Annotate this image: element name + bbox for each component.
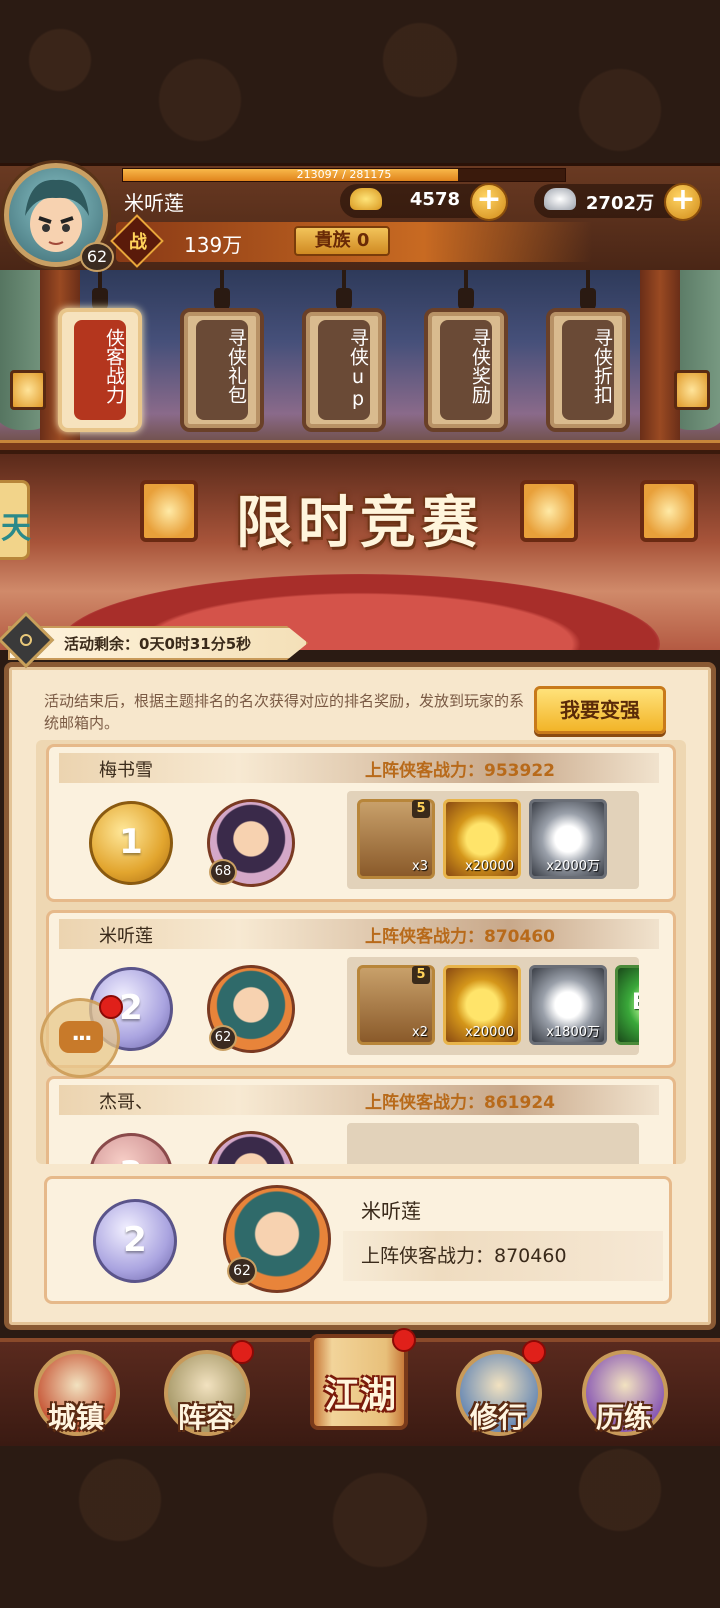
my-rank-card: 2 62 米听莲 上阵侠客战力：870460 bbox=[44, 1176, 672, 1304]
side-event-button[interactable]: 天 bbox=[0, 480, 31, 560]
nav-label: 阵容 bbox=[177, 1401, 234, 1434]
my-hero-level: 62 bbox=[227, 1257, 257, 1285]
tab-sign-plate: 侠客战力 bbox=[74, 320, 126, 420]
chat-button[interactable]: ... bbox=[40, 995, 123, 1078]
battle-power-value: 139万 bbox=[184, 233, 243, 257]
nav-practice[interactable]: 修行 bbox=[448, 1340, 548, 1442]
rank-hero-level: 68 bbox=[209, 859, 237, 885]
nav-notification-dot bbox=[392, 1328, 416, 1352]
reward-star-tag: 5 bbox=[412, 800, 430, 818]
silver-ingot-icon bbox=[544, 188, 576, 210]
reward-count: x2000万 bbox=[546, 859, 600, 874]
timer-text: 活动剩余：0天0时31分5秒 bbox=[64, 635, 252, 653]
rank-card-3: 杰哥、 上阵侠客战力：861924 3 bbox=[46, 1076, 676, 1164]
nav-label: 修行 bbox=[469, 1401, 526, 1434]
rank-player-name: 梅书雪 bbox=[99, 760, 153, 781]
reward-row[interactable]: 5 x3 x20000 x2000万 bbox=[347, 791, 639, 889]
tab-sign-label: 寻侠礼包 bbox=[225, 328, 247, 404]
reward-item-gold[interactable]: x20000 bbox=[443, 799, 521, 879]
right-lantern-icon bbox=[674, 370, 710, 410]
nav-label: 历练 bbox=[595, 1401, 652, 1434]
reward-item-silver[interactable]: x1800万 bbox=[529, 965, 607, 1045]
exp-bar: 213097 / 281175 bbox=[122, 168, 566, 182]
reward-item-hero[interactable]: 5 x2 bbox=[357, 965, 435, 1045]
rank-medal-icon: 3 bbox=[89, 1133, 173, 1164]
balcony-rail bbox=[0, 440, 720, 450]
battle-power-label: 战 bbox=[129, 232, 147, 253]
rank-hero-avatar[interactable] bbox=[207, 1131, 295, 1164]
become-stronger-button[interactable]: 我要变强 bbox=[534, 686, 666, 734]
nav-notification-dot bbox=[230, 1340, 254, 1364]
rank-number: 3 bbox=[92, 1154, 170, 1164]
tab-sign-5[interactable]: 寻侠折扣 bbox=[546, 308, 630, 432]
timer-icon-ring bbox=[17, 631, 35, 649]
tab-sign-4[interactable]: 寻侠奖励 bbox=[424, 308, 508, 432]
nav-label: 江湖 bbox=[323, 1374, 396, 1416]
tab-sign-2[interactable]: 寻侠礼包 bbox=[180, 308, 264, 432]
tab-sign-plate: 寻侠礼包 bbox=[196, 320, 248, 420]
gold-currency: 4578 + bbox=[340, 183, 508, 221]
exp-text: 213097 / 281175 bbox=[296, 168, 392, 181]
reward-count: x20000 bbox=[464, 859, 514, 874]
player-level-badge: 62 bbox=[80, 242, 114, 272]
tab-sign-1[interactable]: 侠客战力 bbox=[58, 308, 142, 432]
reward-item-silver[interactable]: x2000万 bbox=[529, 799, 607, 879]
nav-lineup[interactable]: 阵容 bbox=[156, 1340, 256, 1442]
nav-notification-dot bbox=[522, 1340, 546, 1364]
tab-sign-label: 寻侠奖励 bbox=[469, 328, 491, 404]
reward-count: x20000 bbox=[464, 1025, 514, 1040]
reward-item-gold[interactable]: x20000 bbox=[443, 965, 521, 1045]
noble-badge[interactable]: 貴族 0 bbox=[294, 226, 390, 256]
tab-sign-plate: 寻侠折扣 bbox=[562, 320, 614, 420]
reward-item-hero[interactable]: 5 x3 bbox=[357, 799, 435, 879]
silver-currency: 2702万 + bbox=[534, 183, 702, 221]
my-name: 米听莲 bbox=[361, 1199, 421, 1223]
event-title: 限时竞赛 bbox=[236, 490, 484, 556]
rank-card-1: 梅书雪 上阵侠客战力：953922 1 68 5 x3 x20000 x2000万 bbox=[46, 744, 676, 902]
rank-card-2: 米听莲上阵侠客战力：8704602625x2x20000x1800万EXx100 bbox=[46, 910, 676, 1068]
side-event-char: 天 bbox=[1, 511, 31, 546]
my-rank-medal-icon: 2 bbox=[93, 1199, 177, 1283]
tab-sign-plate: 寻侠奖励 bbox=[440, 320, 492, 420]
add-gold-button[interactable]: + bbox=[470, 183, 508, 221]
reward-item-exp[interactable]: EXx100 bbox=[615, 965, 639, 1045]
reward-star-tag: 5 bbox=[412, 966, 430, 984]
rank-hero-level: 62 bbox=[209, 1025, 237, 1051]
nav-town[interactable]: 城镇 bbox=[26, 1350, 126, 1442]
rank-player-name: 米听莲 bbox=[99, 926, 153, 947]
rank-player-power: 上阵侠客战力：861924 bbox=[365, 1093, 555, 1113]
tab-sign-label: 侠客战力 bbox=[103, 328, 125, 404]
nav-label: 城镇 bbox=[47, 1401, 104, 1434]
rank-player-name: 杰哥、 bbox=[99, 1092, 153, 1113]
rank-player-power: 上阵侠客战力：870460 bbox=[365, 927, 555, 947]
my-power: 上阵侠客战力：870460 bbox=[361, 1245, 567, 1267]
chat-bubble-icon: ... bbox=[59, 1021, 103, 1053]
silver-value: 2702万 bbox=[585, 193, 654, 214]
exp-label: EX bbox=[632, 990, 639, 1015]
tab-sign-3[interactable]: 寻侠up bbox=[302, 308, 386, 432]
reward-row[interactable] bbox=[347, 1123, 639, 1164]
ranking-description: 活动结束后，根据主题排名的名次获得对应的排名奖励，发放到玩家的系统邮箱内。 bbox=[44, 692, 525, 732]
tab-sign-plate: 寻侠up bbox=[318, 320, 370, 420]
reward-count: x2 bbox=[412, 1025, 428, 1040]
nav-jianghu[interactable]: 江湖 bbox=[296, 1328, 424, 1442]
gold-value: 4578 bbox=[409, 189, 460, 210]
player-name: 米听莲 bbox=[124, 191, 184, 215]
tab-sign-label: 寻侠折扣 bbox=[591, 328, 613, 404]
ranking-list[interactable]: 梅书雪 上阵侠客战力：953922 1 68 5 x3 x20000 x2000万 米听莲 上阵侠… bbox=[36, 740, 686, 1164]
chat-notification-dot bbox=[99, 995, 123, 1019]
rank-player-power: 上阵侠客战力：953922 bbox=[365, 761, 555, 781]
rank-medal-icon: 1 bbox=[89, 801, 173, 885]
rank-number: 1 bbox=[119, 822, 143, 862]
nav-experience[interactable]: 历练 bbox=[574, 1350, 674, 1442]
reward-count: x1800万 bbox=[546, 1025, 600, 1040]
left-lantern-icon bbox=[10, 370, 46, 410]
gold-ingot-icon bbox=[350, 188, 382, 210]
reward-row[interactable]: 5 x2 x20000 x1800万 EXx100 bbox=[347, 957, 639, 1055]
reward-count: x3 bbox=[412, 859, 428, 874]
tab-sign-label: 寻侠up bbox=[347, 328, 369, 410]
right-pillar bbox=[640, 270, 680, 450]
add-silver-button[interactable]: + bbox=[664, 183, 702, 221]
my-rank-number: 2 bbox=[123, 1220, 147, 1260]
